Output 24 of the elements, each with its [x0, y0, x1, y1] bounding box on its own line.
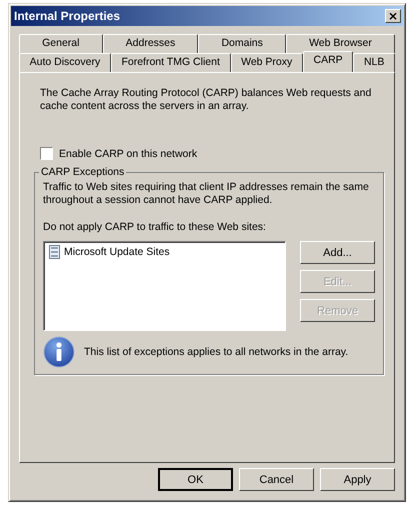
window-title: Internal Properties — [14, 9, 120, 23]
tab[interactable]: Addresses — [102, 34, 198, 53]
description-text: The Cache Array Routing Protocol (CARP) balances Web requests and cache content across the servers in an array. — [40, 87, 372, 113]
list-item[interactable]: Microsoft Update Sites — [47, 244, 282, 260]
info-text: Traffic to Web sites requiring that client IP addresses remain the same throughout a session cannot have CARP applied. — [43, 181, 370, 207]
tab[interactable]: Forefront TMG Client — [110, 53, 230, 72]
group-title: CARP Exceptions — [39, 166, 126, 178]
list-label: Do not apply CARP to traffic to these Web sites: — [43, 221, 267, 233]
info-icon — [43, 336, 75, 368]
tab[interactable]: Web Proxy — [230, 53, 303, 72]
dialog-button[interactable]: Apply — [320, 468, 395, 491]
tab[interactable]: General — [19, 34, 103, 53]
tab[interactable]: Auto Discovery — [19, 53, 111, 72]
list-button[interactable]: Add... — [300, 241, 375, 264]
checkbox[interactable] — [40, 147, 53, 160]
tab[interactable]: CARP — [302, 51, 354, 72]
tab[interactable]: Domains — [198, 34, 286, 53]
server-icon — [49, 245, 60, 259]
close-button[interactable]: × — [385, 9, 401, 23]
checkbox-label: Enable CARP on this network — [59, 148, 198, 160]
tab[interactable]: NLB — [353, 53, 395, 72]
dialog-button[interactable]: Cancel — [239, 468, 314, 491]
info-note: This list of exceptions applies to all networks in the array. — [84, 346, 348, 358]
dialog-button[interactable]: OK — [158, 468, 233, 491]
